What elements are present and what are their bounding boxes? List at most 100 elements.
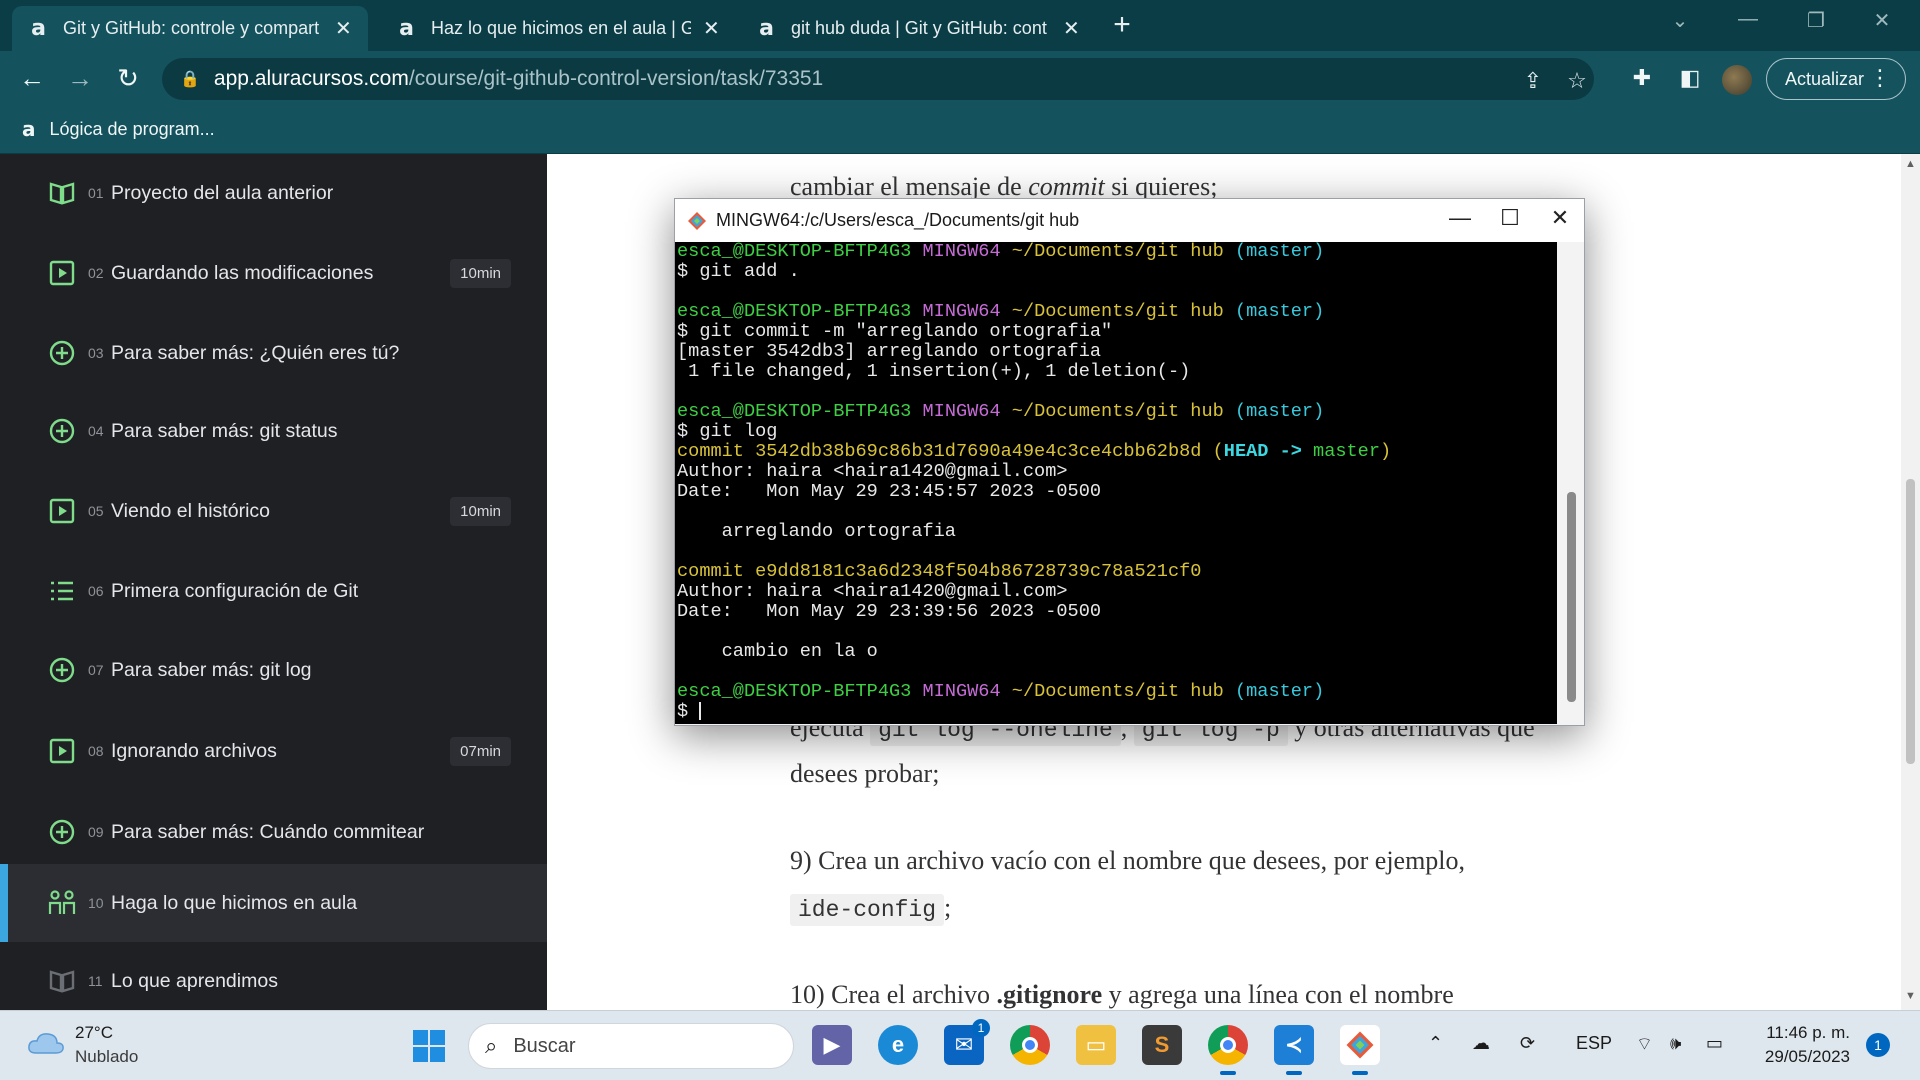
wifi-icon[interactable]: ⌔	[1636, 1033, 1653, 1056]
git-bash-taskbar-icon[interactable]	[1340, 1025, 1380, 1075]
update-button[interactable]: Actualizar ⋮	[1766, 58, 1906, 100]
lesson-item-02[interactable]: 02 Guardando las modificaciones 10min	[0, 234, 547, 312]
lesson-title: Haga lo que hicimos en aula	[111, 891, 358, 914]
terminal-minimize-button[interactable]: —	[1435, 205, 1485, 235]
chrome-icon[interactable]	[1010, 1025, 1050, 1065]
search-icon: ⌕	[485, 1033, 498, 1058]
language-indicator[interactable]: ESP	[1576, 1033, 1612, 1054]
tab-git-github[interactable]: a Git y GitHub: controle y compart ✕	[12, 6, 368, 51]
plus-circle-icon	[48, 417, 76, 445]
battery-icon[interactable]: ▭	[1706, 1033, 1723, 1054]
page-scrollbar-thumb[interactable]	[1906, 479, 1915, 764]
tab-git-hub-duda[interactable]: a git hub duda | Git y GitHub: cont ✕	[740, 6, 1096, 51]
lesson-item-08[interactable]: 08 Ignorando archivos 07min	[0, 712, 547, 790]
windows-start-icon[interactable]	[410, 1027, 448, 1065]
lesson-number: 03	[88, 345, 104, 361]
tab-search-chevron-icon[interactable]: ⌄	[1660, 8, 1700, 33]
new-tab-button[interactable]: +	[1107, 8, 1137, 42]
file-explorer-icon[interactable]: ▭	[1076, 1025, 1116, 1065]
list-icon	[48, 577, 76, 605]
taskbar-search-input[interactable]: ⌕ Buscar	[468, 1023, 794, 1069]
close-tab-icon[interactable]: ✕	[1061, 16, 1082, 41]
sublime-text-icon[interactable]: S	[1142, 1025, 1182, 1065]
git-logo-icon	[688, 212, 706, 230]
terminal-close-button[interactable]: ✕	[1535, 205, 1585, 235]
terminal-prompt-line: esca_@DESKTOP-BFTP4G3 MINGW64 ~/Document…	[677, 402, 1555, 422]
ref-paren: (	[1212, 441, 1224, 462]
menu-dots-icon[interactable]: ⋮	[1869, 65, 1891, 91]
lesson-number: 07	[88, 662, 104, 678]
lesson-item-05[interactable]: 05 Viendo el histórico 10min	[0, 472, 547, 550]
lesson-item-04[interactable]: 04 Para saber más: git status	[0, 392, 547, 470]
terminal-command: $ git commit -m "arreglando ortografia"	[677, 321, 1113, 342]
restore-window-button[interactable]: ❐	[1796, 8, 1836, 33]
sync-icon[interactable]: ⟳	[1520, 1033, 1535, 1054]
side-panel-icon[interactable]: ◧	[1675, 65, 1705, 91]
lesson-item-09[interactable]: 09 Para saber más: Cuándo commitear	[0, 793, 547, 871]
volume-icon[interactable]: 🕪	[1670, 1033, 1681, 1054]
lock-icon[interactable]: 🔒	[180, 69, 200, 89]
terminal-titlebar[interactable]: MINGW64:/c/Users/esca_/Documents/git hub…	[675, 199, 1584, 242]
back-arrow-icon[interactable]: ←	[14, 63, 50, 94]
terminal-prompt-line: esca_@DESKTOP-BFTP4G3 MINGW64 ~/Document…	[677, 242, 1555, 262]
terminal-prompt-line: esca_@DESKTOP-BFTP4G3 MINGW64 ~/Document…	[677, 682, 1555, 702]
notification-badge[interactable]: 1	[1866, 1033, 1890, 1057]
reload-icon[interactable]: ↻	[110, 63, 146, 94]
terminal-input-line[interactable]: $	[677, 702, 1555, 722]
lesson-item-03[interactable]: 03 Para saber más: ¿Quién eres tú?	[0, 314, 547, 392]
commit-hash-line: commit 3542db38b69c86b31d7690a49e4c3ce4c…	[677, 442, 1555, 462]
video-icon	[48, 737, 76, 765]
onedrive-cloud-icon[interactable]: ☁	[1472, 1033, 1490, 1054]
close-window-button[interactable]: ✕	[1862, 8, 1902, 33]
extensions-puzzle-icon[interactable]: ✚	[1627, 65, 1657, 91]
teams-chat-icon[interactable]: ▶	[812, 1025, 852, 1065]
git-bash-window[interactable]: MINGW64:/c/Users/esca_/Documents/git hub…	[674, 198, 1585, 726]
terminal-title: MINGW64:/c/Users/esca_/Documents/git hub	[716, 210, 1080, 230]
commit-hash: commit 3542db38b69c86b31d7690a49e4c3ce4c…	[677, 441, 1202, 462]
terminal-scrollbar-thumb[interactable]	[1567, 492, 1576, 702]
terminal-scrollbar[interactable]	[1559, 242, 1584, 724]
scroll-down-arrow-icon[interactable]: ▼	[1905, 990, 1916, 1002]
text-cursor	[699, 702, 702, 721]
lesson-item-11[interactable]: 11 Lo que aprendimos	[0, 942, 547, 1010]
terminal-output[interactable]: esca_@DESKTOP-BFTP4G3 MINGW64 ~/Document…	[675, 242, 1557, 724]
weather-temperature: 27°C	[75, 1023, 113, 1042]
bookmark-star-icon[interactable]: ☆	[1562, 68, 1592, 94]
minimize-window-button[interactable]: —	[1728, 8, 1768, 31]
lesson-number: 01	[88, 185, 104, 201]
lesson-item-10-active[interactable]: 10 Haga lo que hicimos en aula	[0, 864, 547, 942]
lesson-item-01[interactable]: 01 Proyecto del aula anterior	[0, 154, 547, 232]
commit-date-line: Date: Mon May 29 23:45:57 2023 -0500	[677, 481, 1102, 502]
terminal-maximize-button[interactable]: ☐	[1485, 205, 1535, 235]
forward-arrow-icon[interactable]: →	[62, 63, 98, 94]
prompt-branch: (master)	[1234, 681, 1325, 702]
prompt-env: MINGW64	[922, 301, 1001, 322]
commit-hash-line: commit e9dd8181c3a6d2348f504b86728739c78…	[677, 561, 1202, 582]
lesson-item-07[interactable]: 07 Para saber más: git log	[0, 631, 547, 709]
edge-browser-icon[interactable]: e	[878, 1025, 918, 1065]
page-scrollbar[interactable]: ▲ ▼	[1901, 154, 1920, 1010]
prompt-user: esca_@DESKTOP-BFTP4G3	[677, 401, 912, 422]
address-bar[interactable]: 🔒 app.aluracursos.com/course/git-github-…	[162, 58, 1594, 100]
tab-haz-lo-que-hicimos[interactable]: a Haz lo que hicimos en el aula | Gi ✕	[380, 6, 736, 51]
share-icon[interactable]: ⇪	[1518, 68, 1548, 94]
close-tab-icon[interactable]: ✕	[701, 16, 722, 41]
tray-overflow-chevron-icon[interactable]: ⌃	[1428, 1033, 1443, 1054]
weather-description: Nublado	[75, 1047, 139, 1066]
lesson-title: Para saber más: Cuándo commitear	[111, 820, 425, 843]
lesson-item-06[interactable]: 06 Primera configuración de Git	[0, 552, 547, 630]
cloud-weather-icon[interactable]	[26, 1027, 66, 1057]
vscode-icon[interactable]: ≺	[1274, 1025, 1314, 1075]
close-tab-icon[interactable]: ✕	[333, 16, 354, 41]
bookmark-logica-programacion[interactable]: a Lógica de program...	[22, 117, 215, 141]
scroll-up-arrow-icon[interactable]: ▲	[1905, 158, 1916, 170]
lesson-title: Proyecto del aula anterior	[111, 181, 334, 204]
browser-toolbar: ← → ↻ 🔒 app.aluracursos.com/course/git-g…	[0, 51, 1920, 107]
chrome-profile-icon[interactable]	[1208, 1025, 1248, 1075]
alura-favicon-icon: a	[399, 16, 414, 41]
clock-date[interactable]: 29/05/2023	[1750, 1047, 1850, 1067]
clock-time[interactable]: 11:46 p. m.	[1750, 1023, 1850, 1043]
profile-avatar[interactable]	[1722, 65, 1752, 95]
commit-author-line: Author: haira <haira1420@gmail.com>	[677, 581, 1068, 602]
